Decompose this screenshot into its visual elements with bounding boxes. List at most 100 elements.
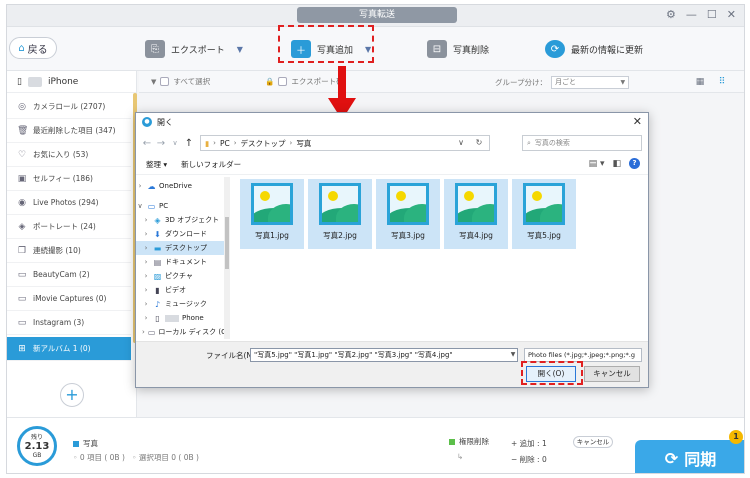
tree-item-videos[interactable]: › ▮ ビデオ <box>136 283 224 297</box>
device-avatar <box>165 314 179 322</box>
chevron-right-icon[interactable]: › <box>142 300 150 308</box>
chevron-down-icon[interactable]: ▼ <box>237 45 243 54</box>
app-icon: ● <box>142 117 152 127</box>
file-name: 写真2.jpg <box>323 231 357 240</box>
up-arrow-icon[interactable]: ↑ <box>182 138 196 149</box>
sidebar-item-instagram[interactable]: ▭ Instagram (3) <box>7 311 131 335</box>
back-button[interactable]: ⌂ 戻る <box>9 37 57 59</box>
photo-color-square <box>73 441 79 447</box>
close-icon[interactable]: ✕ <box>727 8 736 21</box>
document-icon: ▤ <box>153 257 162 267</box>
heart-icon: ♡ <box>17 149 27 160</box>
filetype-select[interactable]: Photo files (*.jpg;*.jpeg;*.png;*.g <box>524 348 642 362</box>
sidebar-item-selfie[interactable]: ▣ セルフィー (186) <box>7 167 131 191</box>
export-confirm[interactable]: 🔒 エクスポート確 <box>265 76 344 87</box>
chevron-right-icon[interactable]: › <box>142 216 150 224</box>
organize-button[interactable]: 整理 ▾ <box>146 159 167 170</box>
picture-icon: ▨ <box>153 271 162 281</box>
chevron-down-icon[interactable]: ∨ <box>168 139 182 147</box>
sidebar-item-live-photos[interactable]: ◉ Live Photos (294) <box>7 191 131 215</box>
window-controls: ⚙ — ☐ ✕ <box>666 8 736 21</box>
forward-arrow-icon[interactable]: → <box>154 138 168 149</box>
delete-photo-button[interactable]: ⊟ 写真削除 <box>427 35 489 63</box>
address-bar[interactable]: ▮ › PC › デスクトップ › 写真 ∨ ↻ <box>200 135 490 151</box>
select-all-checkbox[interactable] <box>160 77 170 86</box>
minimize-icon[interactable]: — <box>686 8 697 21</box>
breadcrumb-photos[interactable]: 写真 <box>296 138 311 149</box>
preview-pane-icon[interactable]: ◧ <box>612 159 621 169</box>
refresh-icon[interactable]: ↻ <box>471 136 487 150</box>
maximize-icon[interactable]: ☐ <box>707 8 717 21</box>
cloud-icon: ☁ <box>147 181 156 191</box>
chevron-right-icon[interactable]: › <box>142 286 150 294</box>
sidebar-item-label: お気に入り (53) <box>33 150 89 159</box>
sync-button[interactable]: ⟳ 同期 <box>635 440 744 473</box>
tree-item-phone[interactable]: › ▯ Phone <box>136 311 224 325</box>
tree-item-3d-objects[interactable]: › ◈ 3D オブジェクト <box>136 213 224 227</box>
tree-item-onedrive[interactable]: › ☁ OneDrive <box>136 179 224 193</box>
file-item[interactable]: 写真2.jpg <box>308 179 372 249</box>
file-item[interactable]: 写真4.jpg <box>444 179 508 249</box>
back-arrow-icon[interactable]: ← <box>140 138 154 149</box>
add-album-button[interactable]: + <box>60 383 84 407</box>
sidebar-item-favorites[interactable]: ♡ お気に入り (53) <box>7 143 131 167</box>
chevron-down-icon[interactable]: ▼ <box>508 348 518 362</box>
chevron-right-icon[interactable]: › <box>142 272 150 280</box>
export-button[interactable]: ⎘ エクスポート ▼ <box>145 35 243 63</box>
sidebar-item-camera-roll[interactable]: ◎ カメラロール (2707) <box>7 95 131 119</box>
group-by: グループ分け： 月ごと ▼ <box>495 76 630 89</box>
view-mode-icon[interactable]: ▤ ▾ <box>589 159 605 169</box>
file-item[interactable]: 写真1.jpg <box>240 179 304 249</box>
cancel-button[interactable]: キャンセル <box>584 366 640 382</box>
breadcrumb-pc[interactable]: PC <box>220 139 230 148</box>
chevron-right-icon[interactable]: › <box>136 182 144 190</box>
chevron-down-icon[interactable]: ∨ <box>453 136 469 150</box>
chevron-right-icon[interactable]: › <box>142 258 150 266</box>
device-selector[interactable]: ▯ iPhone <box>7 71 136 93</box>
disk-icon: ▭ <box>147 327 156 337</box>
download-icon: ⬇ <box>154 229 161 239</box>
breadcrumb-desktop[interactable]: デスクトップ <box>241 138 286 149</box>
status-cancel-button[interactable]: キャンセル <box>573 436 613 448</box>
refresh-button[interactable]: ⟳ 最新の情報に更新 <box>545 35 643 63</box>
file-item[interactable]: 写真3.jpg <box>376 179 440 249</box>
chevron-right-icon[interactable]: › <box>142 244 150 252</box>
chevron-down-icon: ▼ <box>620 79 626 86</box>
sidebar: ▯ iPhone ◎ カメラロール (2707) 🗑 最近削除した項目 (347… <box>7 71 137 417</box>
tree-item-pictures[interactable]: › ▨ ピクチャ <box>136 269 224 283</box>
refresh-icon: ⟳ <box>545 40 565 58</box>
album-icon: ▭ <box>17 317 27 328</box>
add-photo-highlight <box>278 25 374 63</box>
search-input[interactable]: ⌕ 写真の検索 <box>522 135 642 151</box>
tree-label: 3D オブジェクト <box>165 216 220 224</box>
filename-input[interactable]: "写真5.jpg" "写真1.jpg" "写真2.jpg" "写真3.jpg" … <box>250 348 518 362</box>
tree-item-downloads[interactable]: › ⬇ ダウンロード <box>136 227 224 241</box>
close-icon[interactable]: ✕ <box>633 115 642 128</box>
items-count: ◦ 0 項目 ( 0B ) ◦ 選択項目 0 ( 0B ) <box>73 453 199 462</box>
tree-item-pc[interactable]: ∨ ▭ PC <box>136 199 224 213</box>
select-all[interactable]: ▼ すべて選択 <box>151 76 210 87</box>
chevron-right-icon[interactable]: › <box>142 230 150 238</box>
tree-item-desktop[interactable]: › ▬ デスクトップ <box>136 241 224 255</box>
gear-icon[interactable]: ⚙ <box>666 8 676 21</box>
export-checkbox[interactable] <box>278 77 288 86</box>
group-select[interactable]: 月ごと ▼ <box>551 76 630 89</box>
help-icon[interactable]: ? <box>629 158 640 169</box>
file-item[interactable]: 写真5.jpg <box>512 179 576 249</box>
sidebar-item-recently-deleted[interactable]: 🗑 最近削除した項目 (347) <box>7 119 131 143</box>
new-folder-button[interactable]: 新しいフォルダー <box>181 159 241 170</box>
chevron-down-icon[interactable]: ∨ <box>136 202 144 210</box>
sidebar-item-portrait[interactable]: ◈ ポートレート (24) <box>7 215 131 239</box>
tree-item-local-disk[interactable]: › ▭ ローカル ディスク (C <box>136 325 226 339</box>
tree-item-documents[interactable]: › ▤ ドキュメント <box>136 255 224 269</box>
chevron-right-icon[interactable]: › <box>142 328 145 336</box>
grid-small-icon[interactable]: ⠿ <box>714 75 730 89</box>
grid-large-icon[interactable]: ▦ <box>692 75 708 89</box>
tree-scroll-thumb[interactable] <box>225 217 229 269</box>
chevron-right-icon[interactable]: › <box>142 314 150 322</box>
sidebar-item-burst[interactable]: ❐ 連続撮影 (10) <box>7 239 131 263</box>
sidebar-item-new-album[interactable]: ⊞ 新アルバム 1 (0) <box>7 337 131 361</box>
tree-item-music[interactable]: › ♪ ミュージック <box>136 297 224 311</box>
sidebar-item-imovie[interactable]: ▭ iMovie Captures (0) <box>7 287 131 311</box>
sidebar-item-beautycam[interactable]: ▭ BeautyCam (2) <box>7 263 131 287</box>
